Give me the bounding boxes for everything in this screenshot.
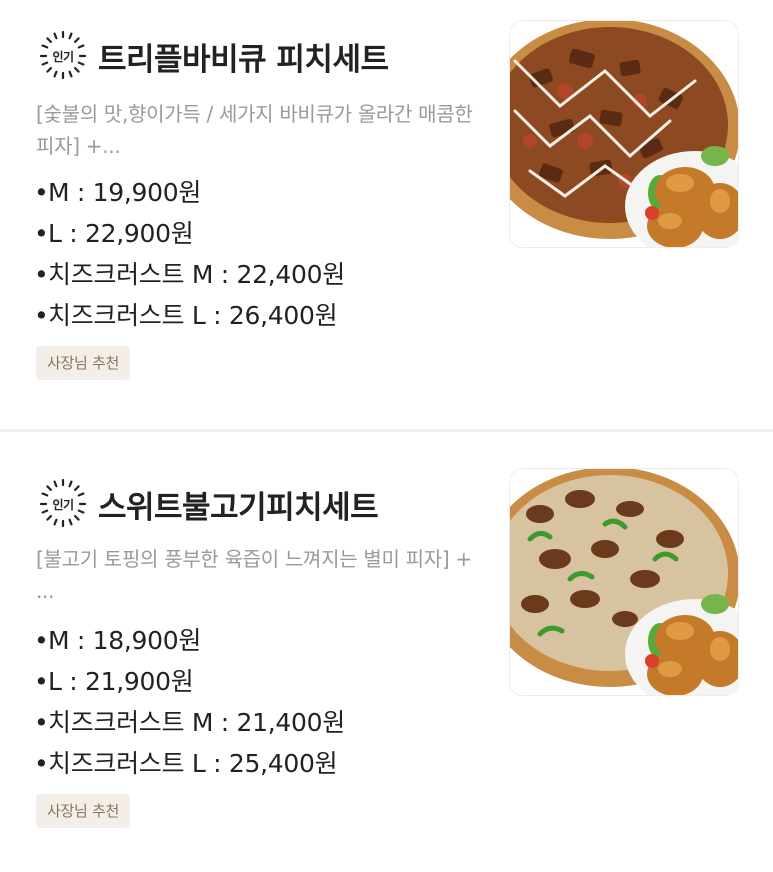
pizza-chicken-photo-icon	[510, 469, 738, 695]
price-text: 치즈크러스트 L : 25,400원	[48, 749, 338, 778]
section-divider	[0, 429, 773, 432]
popular-badge-label: 인기	[52, 497, 74, 512]
price-list: •M : 19,900원 •L : 22,900원 •치즈크러스트 M : 22…	[34, 172, 345, 336]
menu-description: [숯불의 맛,향이가득 / 세가지 바비큐가 올라간 매콤한 피자] +...	[36, 102, 473, 158]
price-text: 치즈크러스트 M : 21,400원	[48, 708, 345, 737]
price-text: M : 19,900원	[48, 178, 202, 207]
bullet-icon: •	[34, 708, 49, 737]
price-option: •치즈크러스트 M : 21,400원	[34, 702, 345, 743]
popular-badge: 인기	[36, 477, 90, 531]
bullet-icon: •	[34, 260, 49, 289]
bullet-icon: •	[34, 219, 49, 248]
recommend-tag: 사장님 추천	[36, 794, 130, 828]
menu-title-row: 인기 트리플바비큐 피치세트	[36, 28, 389, 84]
price-text: L : 21,900원	[48, 667, 194, 696]
price-list: •M : 18,900원 •L : 21,900원 •치즈크러스트 M : 21…	[34, 620, 345, 784]
price-text: 치즈크러스트 M : 22,400원	[48, 260, 345, 289]
menu-description: [불고기 토핑의 풍부한 육즙이 느껴지는 별미 피자] + ...	[36, 547, 472, 603]
price-option: •L : 22,900원	[34, 213, 345, 254]
price-option: •치즈크러스트 L : 25,400원	[34, 743, 345, 784]
popular-badge-label: 인기	[52, 49, 74, 64]
menu-item[interactable]: 인기 트리플바비큐 피치세트 [숯불의 맛,향이가득 / 세가지 바비큐가 올라…	[0, 0, 773, 430]
menu-title-row: 인기 스위트불고기피치세트	[36, 476, 379, 532]
price-text: 치즈크러스트 L : 26,400원	[48, 301, 338, 330]
pizza-chicken-photo-icon	[510, 21, 738, 247]
menu-image[interactable]	[509, 468, 739, 696]
menu-title[interactable]: 트리플바비큐 피치세트	[98, 34, 389, 79]
menu-item[interactable]: 인기 스위트불고기피치세트 [불고기 토핑의 풍부한 육즙이 느껴지는 별미 피…	[0, 440, 773, 870]
menu-title[interactable]: 스위트불고기피치세트	[98, 482, 379, 527]
price-text: L : 22,900원	[48, 219, 194, 248]
bullet-icon: •	[34, 626, 49, 655]
price-option: •L : 21,900원	[34, 661, 345, 702]
recommend-tag: 사장님 추천	[36, 346, 130, 380]
bullet-icon: •	[34, 749, 49, 778]
price-option: •치즈크러스트 M : 22,400원	[34, 254, 345, 295]
bullet-icon: •	[34, 178, 49, 207]
menu-image[interactable]	[509, 20, 739, 248]
price-text: M : 18,900원	[48, 626, 202, 655]
bullet-icon: •	[34, 301, 49, 330]
price-option: •M : 19,900원	[34, 172, 345, 213]
popular-badge: 인기	[36, 29, 90, 83]
bullet-icon: •	[34, 667, 49, 696]
price-option: •M : 18,900원	[34, 620, 345, 661]
price-option: •치즈크러스트 L : 26,400원	[34, 295, 345, 336]
